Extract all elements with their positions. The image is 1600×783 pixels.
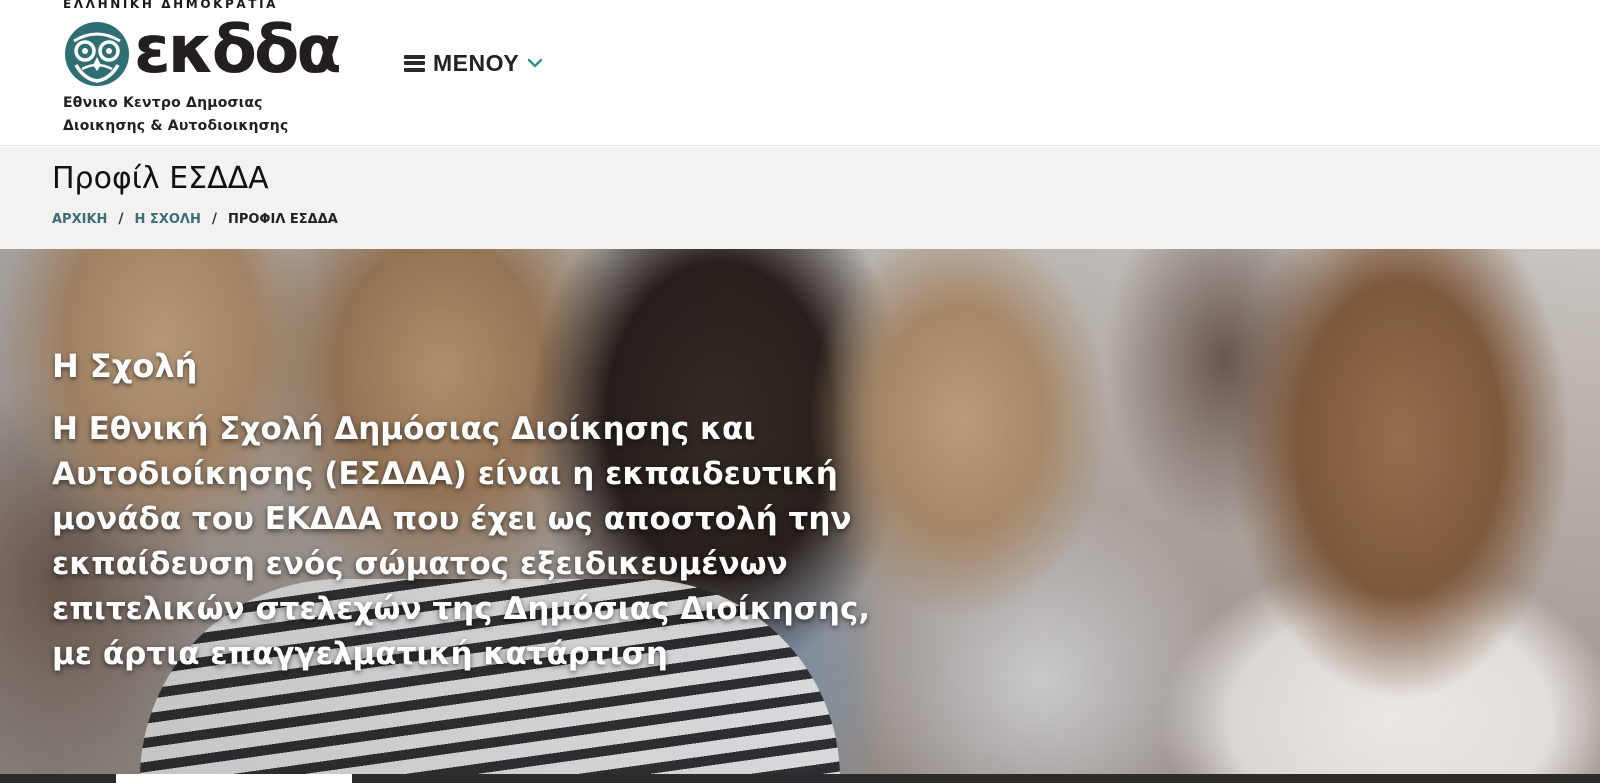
logo-wordmark: εκδδα: [134, 11, 342, 88]
breadcrumb-current: ΠΡΟΦΙΛ ΕΣΔΔΑ: [227, 211, 338, 227]
hero-banner: Η Σχολή Η Εθνική Σχολή Δημόσιας Διοίκηση…: [0, 249, 1600, 774]
breadcrumb-home-link[interactable]: ΑΡΧΙΚΗ: [52, 212, 107, 227]
section-tab-strip: [0, 774, 1600, 783]
chevron-down-icon: [528, 58, 543, 68]
breadcrumb: ΑΡΧΙΚΗ / Η ΣΧΟΛΗ / ΠΡΟΦΙΛ ΕΣΔΔΑ: [52, 211, 338, 227]
page-title: Προφίλ ΕΣΔΔΑ: [52, 161, 269, 196]
page-title-bar: Προφίλ ΕΣΔΔΑ ΑΡΧΙΚΗ / Η ΣΧΟΛΗ / ΠΡΟΦΙΛ Ε…: [0, 147, 1600, 249]
ekdda-logo[interactable]: ΕΛΛΗΝΙΚΗ ΔΗΜΟΚΡΑΤΙΑ εκδδα Εθνικο Κεντρο …: [60, 0, 342, 140]
logo-subtitle-line-1: Εθνικο Κεντρο Δημοσιας: [63, 95, 263, 111]
owl-emblem-icon: [65, 22, 129, 86]
hero-description: Η Εθνική Σχολή Δημόσιας Διοίκησης και Αυ…: [52, 411, 871, 672]
menu-label: ΜΕΝΟΥ: [433, 49, 520, 76]
hero-heading: Η Σχολή: [52, 347, 198, 385]
breadcrumb-separator: /: [211, 211, 217, 227]
active-tab-indicator[interactable]: [116, 774, 352, 783]
site-header: ΕΛΛΗΝΙΚΗ ΔΗΜΟΚΡΑΤΙΑ εκδδα Εθνικο Κεντρο …: [0, 0, 1600, 146]
breadcrumb-separator: /: [118, 211, 124, 227]
breadcrumb-school-link[interactable]: Η ΣΧΟΛΗ: [135, 212, 201, 227]
hero-content: Η Σχολή Η Εθνική Σχολή Δημόσιας Διοίκηση…: [52, 347, 912, 677]
main-menu-button[interactable]: ΜΕΝΟΥ: [404, 48, 543, 78]
logo-subtitle-line-2: Διοικησης & Αυτοδιοικησης: [63, 118, 289, 134]
hamburger-icon: [404, 54, 425, 72]
